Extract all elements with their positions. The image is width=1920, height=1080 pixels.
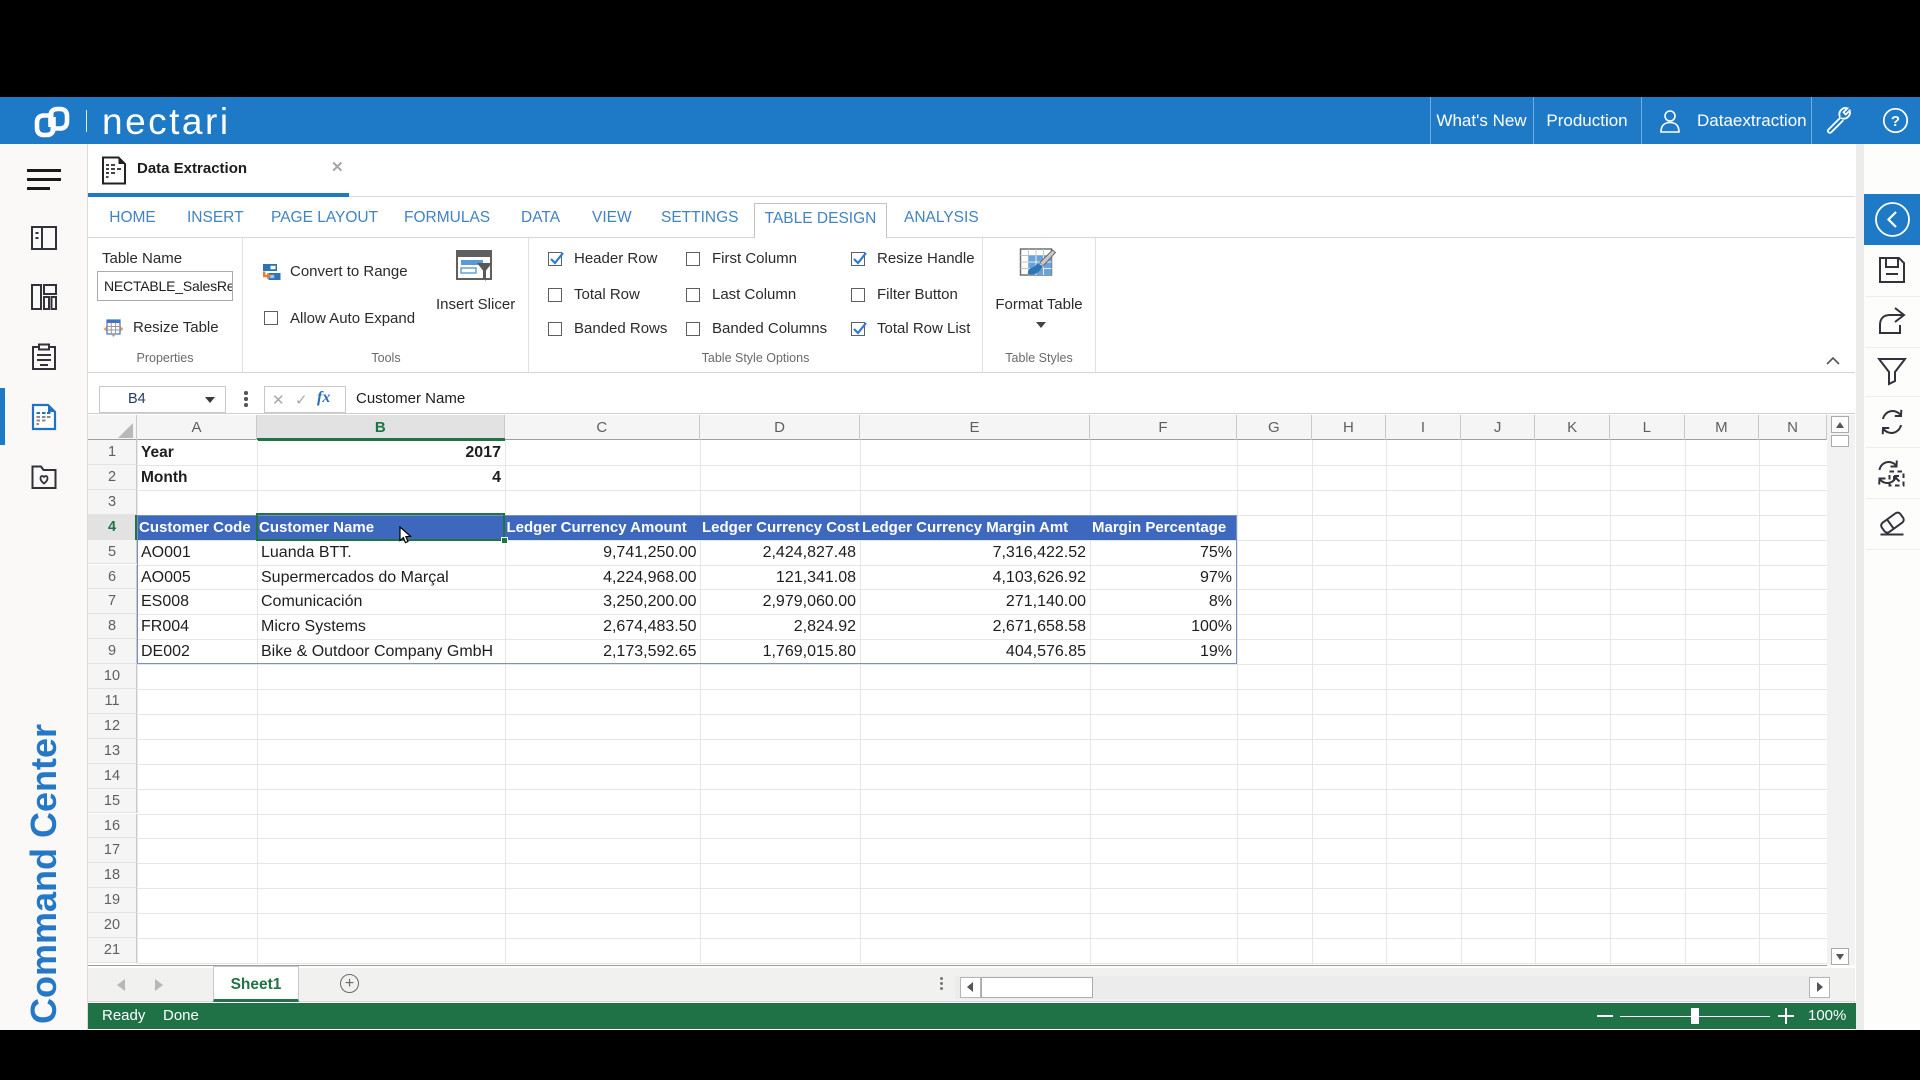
- svg-text:?: ?: [1891, 113, 1900, 130]
